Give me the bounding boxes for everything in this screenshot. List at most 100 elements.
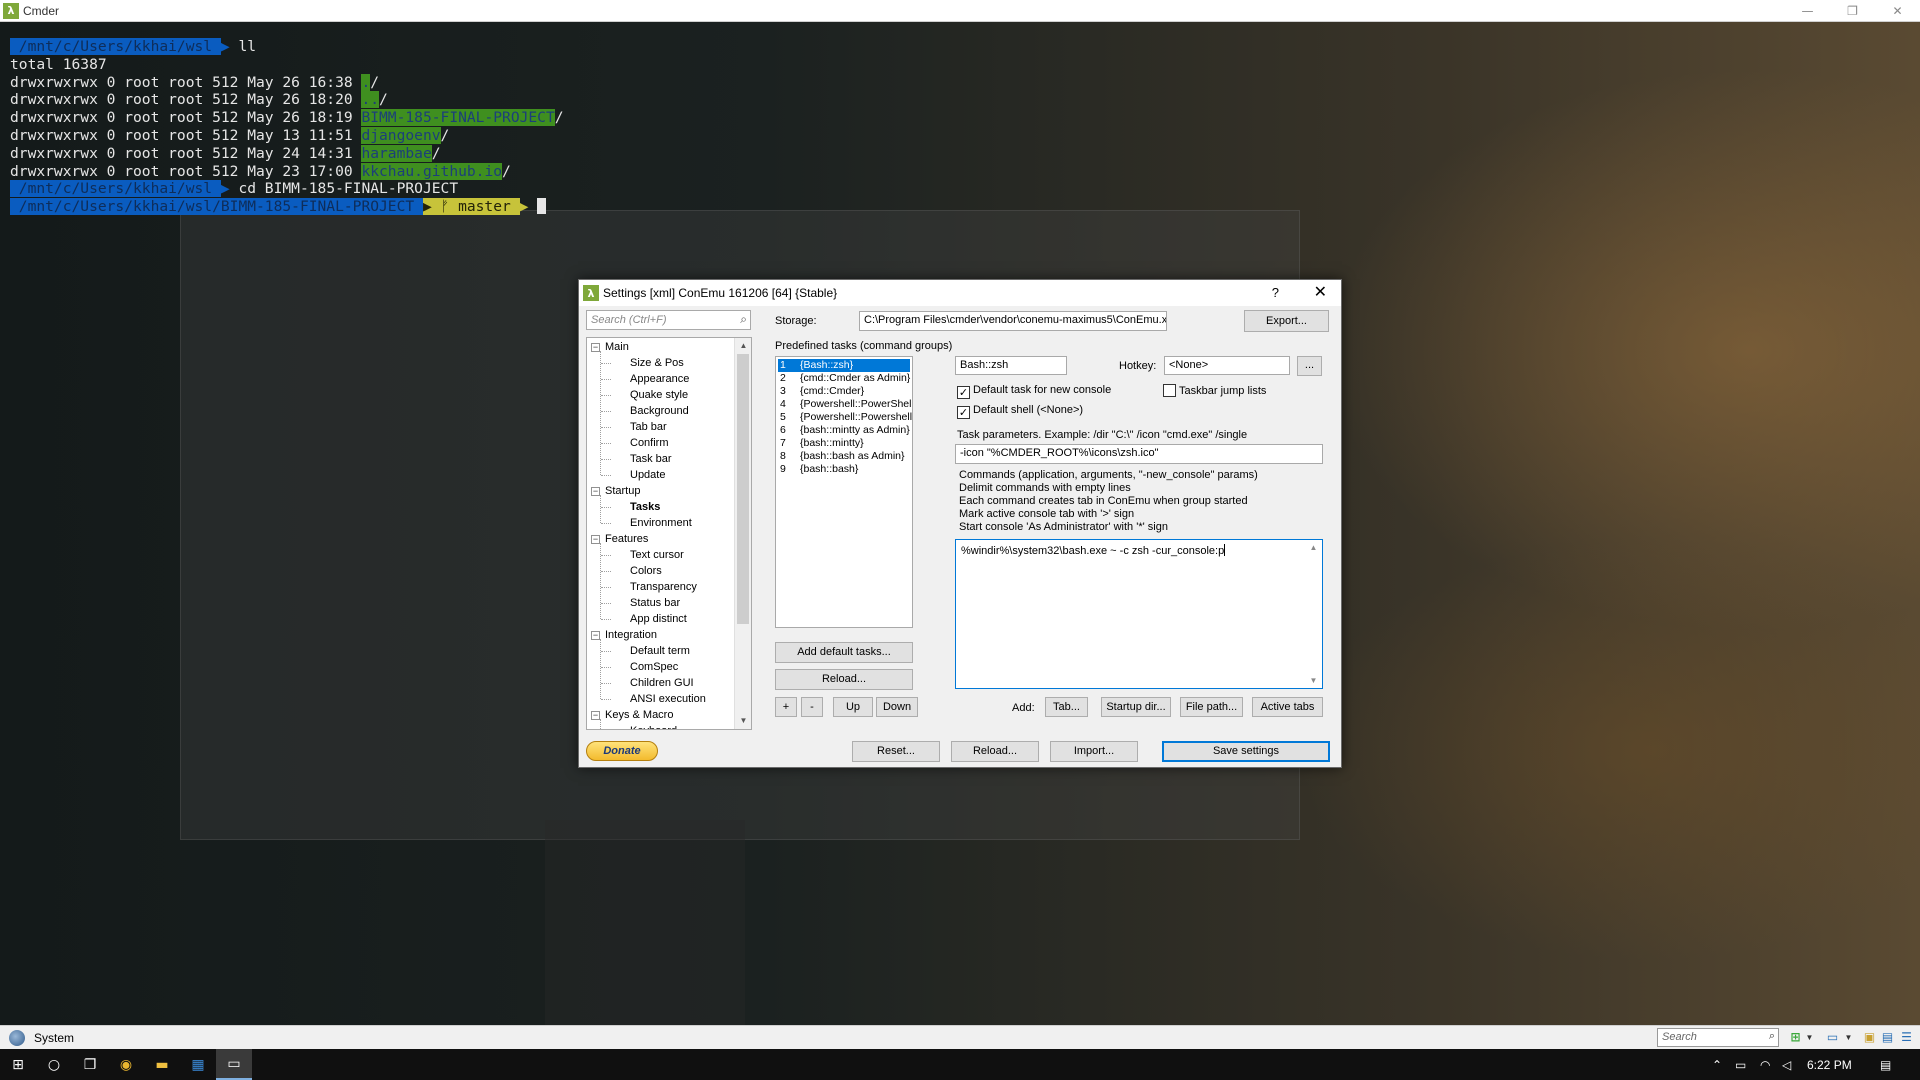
minimize-button[interactable]: — [1785,0,1830,22]
file-explorer-icon[interactable]: ▬ [144,1049,180,1080]
battery-icon[interactable]: ▭ [1735,1049,1746,1080]
tree-item[interactable]: Tasks [630,499,660,515]
tree-item[interactable]: ANSI execution [630,691,706,707]
close-button[interactable]: ✕ [1875,0,1920,22]
remove-task-button[interactable]: - [801,697,823,717]
commands-scrollbar[interactable]: ▲ ▼ [1305,540,1322,688]
tree-item[interactable]: Status bar [630,595,680,611]
tree-item[interactable]: Size & Pos [630,355,684,371]
taskbar-jump-checkbox[interactable] [1163,384,1176,397]
start-menu-icon[interactable]: ⊞ [0,1049,36,1080]
wifi-icon[interactable]: ◠ [1760,1049,1770,1080]
default-task-checkbox-row[interactable]: ✓ Default task for new console [957,384,1111,399]
tree-item[interactable]: Text cursor [630,547,684,563]
help-button[interactable]: ? [1272,285,1279,300]
default-shell-checkbox-row[interactable]: ✓ Default shell (<None>) [957,404,1083,419]
collapse-icon[interactable]: − [591,631,600,640]
scroll-up-icon[interactable]: ▲ [735,338,751,354]
collapse-icon[interactable]: − [591,711,600,720]
tree-item[interactable]: Confirm [630,435,669,451]
scroll-down-icon[interactable]: ▼ [1305,676,1322,685]
hotkey-field[interactable]: <None> [1164,356,1290,375]
tab-view-icon[interactable]: ▤ [1880,1030,1895,1045]
tree-scrollbar[interactable]: ▲ ▼ [734,338,751,729]
task-list-item[interactable]: 2 {cmd::Cmder as Admin} [778,372,912,385]
terminal-output[interactable]: /mnt/c/Users/kkhai/wsl ▶ ll total 16387 dr… [10,38,564,216]
tree-item[interactable]: Appearance [630,371,689,387]
task-list-item[interactable]: 3 {cmd::Cmder} [778,385,912,398]
tree-item[interactable]: Children GUI [630,675,694,691]
clock[interactable]: 6:22 PM [1807,1049,1852,1080]
volume-icon[interactable]: ◁ [1782,1049,1791,1080]
donate-button[interactable]: Donate [586,741,658,761]
task-list-item[interactable]: 8 {bash::bash as Admin} [778,450,912,463]
tree-group-startup[interactable]: − Startup [591,483,640,499]
task-name-field[interactable]: Bash::zsh [955,356,1067,375]
reload-tasks-button[interactable]: Reload... [775,669,913,690]
startup-dir-button[interactable]: Startup dir... [1101,697,1171,717]
tree-item[interactable]: App distinct [630,611,687,627]
status-console-label[interactable]: System [34,1031,74,1045]
tree-item[interactable]: Background [630,403,689,419]
task-list-item[interactable]: 9 {bash::bash} [778,463,912,476]
tree-item[interactable]: Keyboard [630,723,677,729]
task-view-icon[interactable]: ❐ [72,1049,108,1080]
storage-path-field[interactable]: C:\Program Files\cmder\vendor\conemu-max… [859,311,1167,331]
scroll-thumb[interactable] [737,354,749,624]
settings-search-input[interactable]: Search (Ctrl+F) ⌕ [586,310,751,330]
move-up-button[interactable]: Up [833,697,873,717]
lock-icon[interactable]: ▣ [1862,1030,1877,1045]
add-tab-button[interactable]: Tab... [1045,697,1088,717]
task-parameters-field[interactable]: -icon "%CMDER_ROOT%\icons\zsh.ico" [955,444,1323,464]
cmder-taskbar-icon[interactable]: ▭ [216,1049,252,1080]
tree-item[interactable]: Environment [630,515,692,531]
import-button[interactable]: Import... [1050,741,1138,762]
taskbar-jump-checkbox-row[interactable]: Taskbar jump lists [1163,384,1266,397]
control-panel-icon[interactable]: ▦ [180,1049,216,1080]
dropdown-icon[interactable]: ▼ [1802,1030,1817,1045]
reset-button[interactable]: Reset... [852,741,940,762]
move-down-button[interactable]: Down [876,697,918,717]
reload-button[interactable]: Reload... [951,741,1039,762]
scroll-down-icon[interactable]: ▼ [735,713,751,729]
cortana-icon[interactable]: ○ [36,1049,72,1080]
split-view-icon[interactable]: ▭ [1825,1030,1840,1045]
dialog-close-button[interactable]: ✕ [1314,282,1327,301]
default-shell-checkbox[interactable]: ✓ [957,406,970,419]
tree-item[interactable]: Quake style [630,387,688,403]
default-task-checkbox[interactable]: ✓ [957,386,970,399]
scroll-up-icon[interactable]: ▲ [1305,543,1322,552]
tree-item[interactable]: Update [630,467,665,483]
collapse-icon[interactable]: − [591,535,600,544]
menu-icon[interactable]: ☰ [1899,1030,1914,1045]
tray-expand-icon[interactable]: ⌃ [1712,1049,1722,1080]
collapse-icon[interactable]: − [591,487,600,496]
task-list-item[interactable]: 6 {bash::mintty as Admin} [778,424,912,437]
commands-textarea[interactable]: %windir%\system32\bash.exe ~ -c zsh -cur… [955,539,1323,689]
save-settings-button[interactable]: Save settings [1162,741,1330,762]
action-center-icon[interactable]: ▤ [1880,1049,1891,1080]
collapse-icon[interactable]: − [591,343,600,352]
add-default-tasks-button[interactable]: Add default tasks... [775,642,913,663]
task-list-item[interactable]: 5 {Powershell::Powershell} [778,411,912,424]
tree-item[interactable]: Task bar [630,451,672,467]
tree-group-main[interactable]: − Main [591,339,629,355]
tree-item[interactable]: Colors [630,563,662,579]
tree-group-keys[interactable]: − Keys & Macro [591,707,673,723]
tree-item[interactable]: Transparency [630,579,697,595]
tree-item[interactable]: Tab bar [630,419,667,435]
maximize-button[interactable]: ❐ [1830,0,1875,22]
hotkey-more-button[interactable]: ... [1297,356,1322,376]
settings-tree[interactable]: ▲ ▼ − Main Size & Pos Appearance Quake style… [586,337,752,730]
tree-item[interactable]: ComSpec [630,659,678,675]
task-list-item[interactable]: 4 {Powershell::PowerShell as Admin} [778,398,912,411]
tree-item[interactable]: Default term [630,643,690,659]
task-list[interactable]: 1 {Bash::zsh} 2 {cmd::Cmder as Admin} 3 {cmd:… [775,356,913,628]
status-search-input[interactable]: Search ⌕ [1657,1028,1779,1047]
new-console-icon[interactable]: ⊞ [1788,1030,1803,1045]
task-list-item[interactable]: 1 {Bash::zsh} [778,359,910,372]
dropdown-icon[interactable]: ▼ [1841,1030,1856,1045]
export-button[interactable]: Export... [1244,310,1329,332]
add-task-button[interactable]: + [775,697,797,717]
active-tabs-button[interactable]: Active tabs [1252,697,1323,717]
